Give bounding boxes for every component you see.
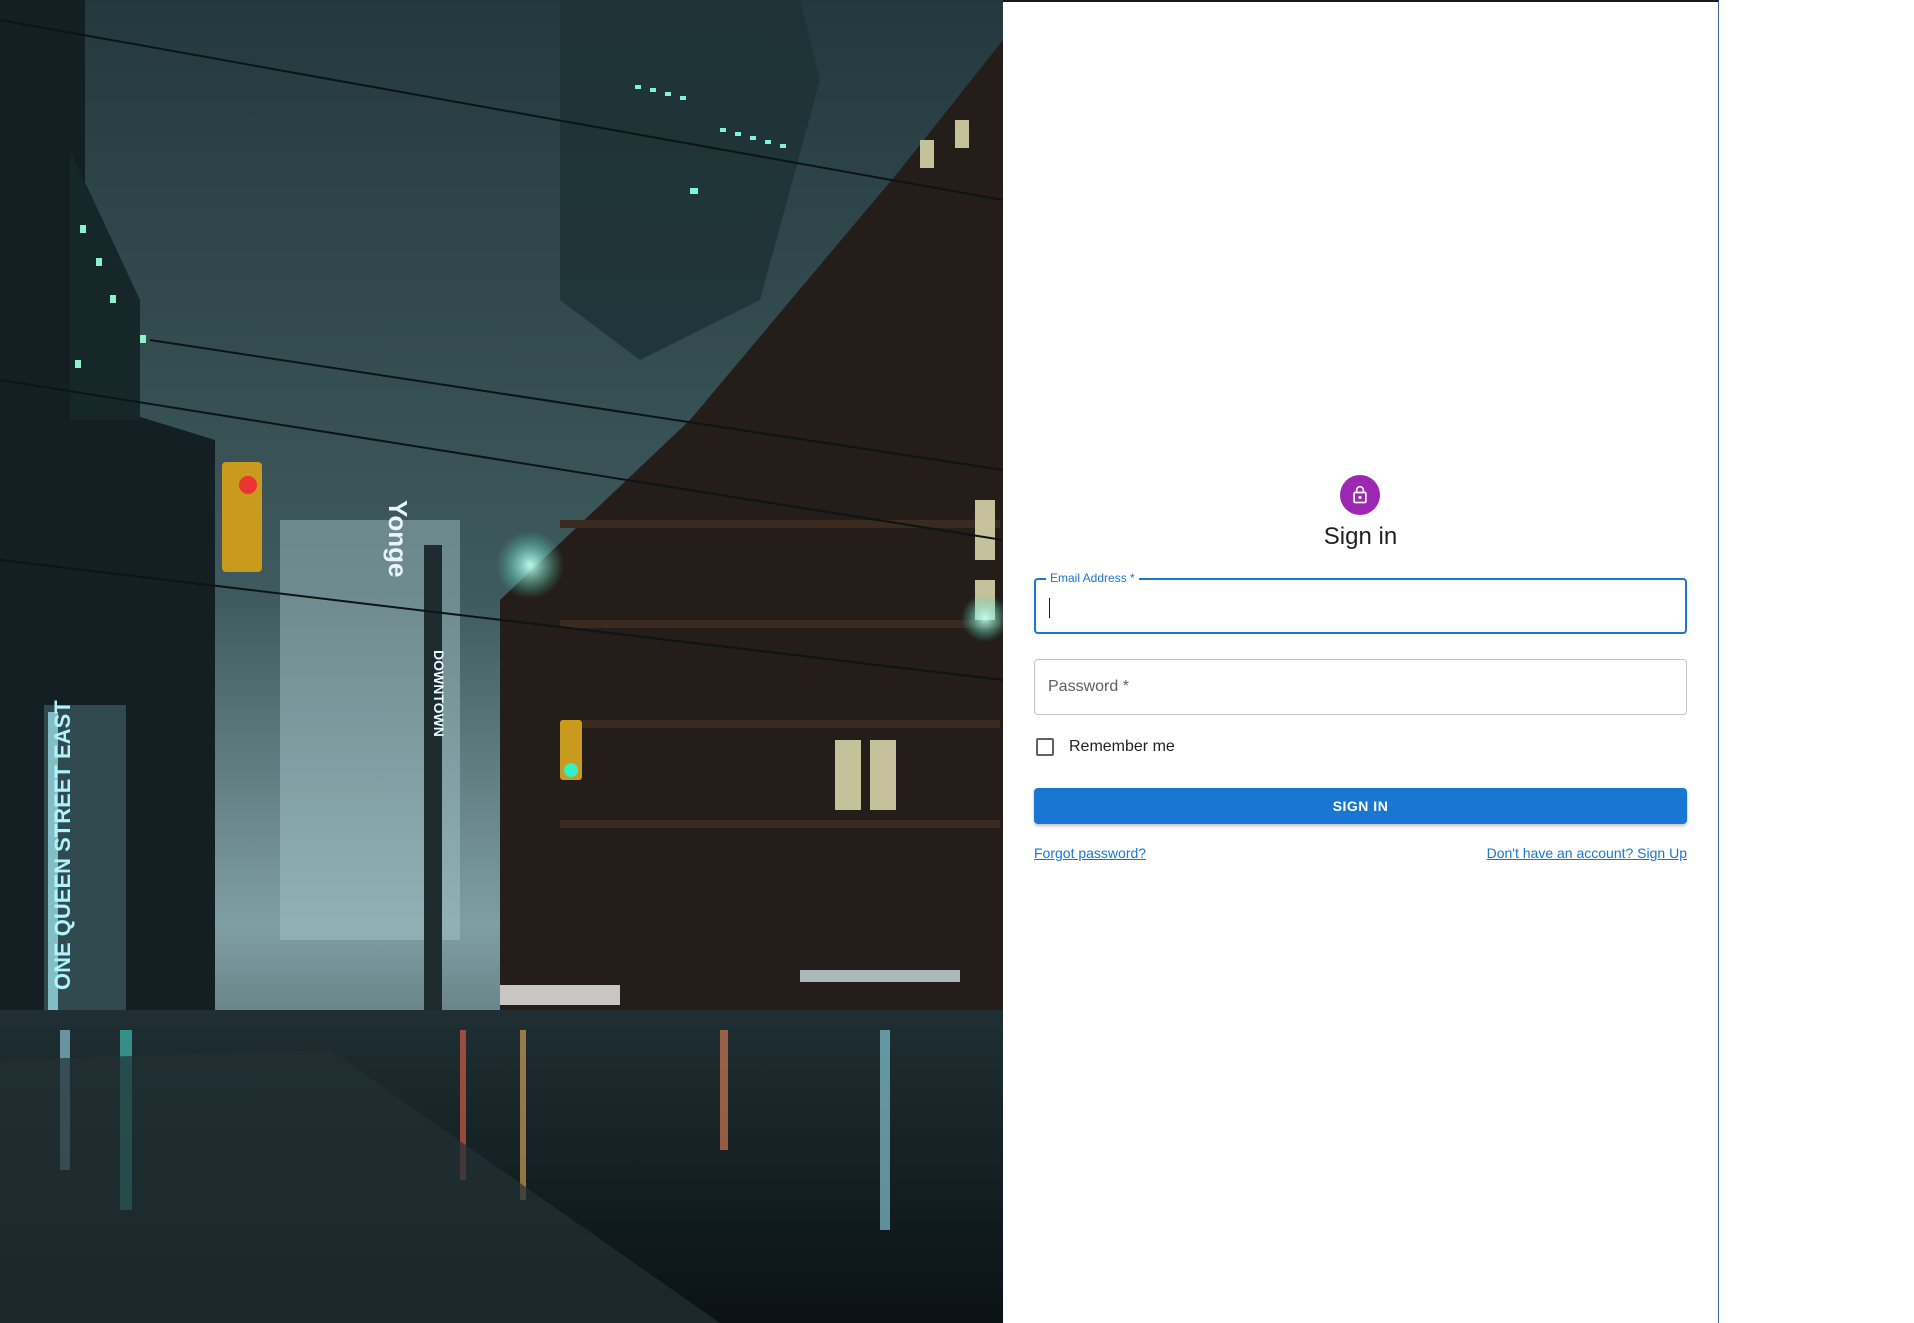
sign-one-queen-street-east: ONE QUEEN STREET EAST (50, 700, 75, 990)
password-input[interactable] (1035, 660, 1686, 714)
forgot-password-link[interactable]: Forgot password? (1034, 845, 1146, 861)
sign-in-panel: Sign in Email Address * Password * Remem… (1003, 0, 1719, 1323)
sign-in-page: ONE QUEEN STREET EAST DOWNTOWN Yonge Sig… (0, 0, 1914, 1323)
remember-me-checkbox[interactable] (1036, 738, 1054, 756)
city-street-illustration: ONE QUEEN STREET EAST DOWNTOWN Yonge (0, 0, 1003, 1323)
lock-icon (1353, 485, 1367, 504)
sign-downtown: DOWNTOWN (431, 650, 447, 737)
page-title: Sign in (1323, 523, 1398, 550)
hero-city-photo: ONE QUEEN STREET EAST DOWNTOWN Yonge (0, 0, 1003, 1323)
password-field[interactable]: Password * (1034, 659, 1687, 715)
text-cursor (1049, 598, 1050, 618)
remember-me[interactable]: Remember me (1034, 735, 1175, 759)
remember-me-label[interactable]: Remember me (1069, 738, 1175, 756)
sign-in-button[interactable]: SIGN IN (1034, 788, 1687, 824)
sign-up-link[interactable]: Don't have an account? Sign Up (1487, 845, 1687, 861)
avatar (1340, 475, 1380, 515)
sign-yonge: Yonge (383, 500, 413, 578)
email-field[interactable]: Email Address * (1034, 571, 1687, 634)
email-input[interactable] (1036, 580, 1685, 632)
